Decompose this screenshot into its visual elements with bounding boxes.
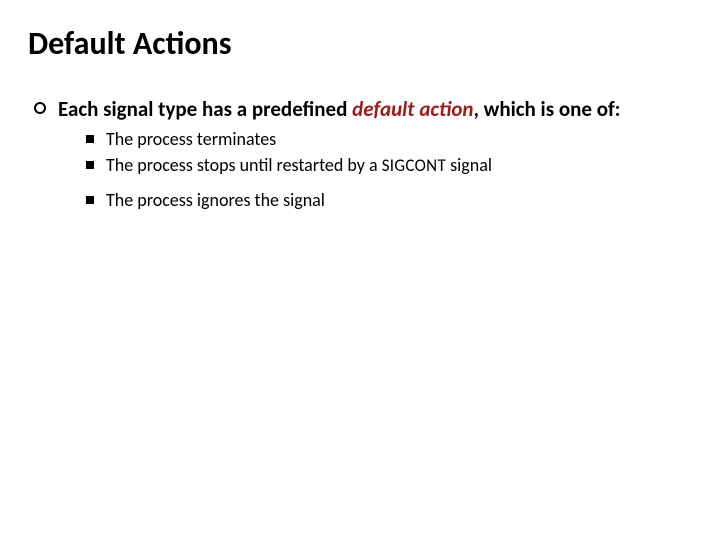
square-bullet-icon [86,161,94,169]
signal-name: SIGCONT [382,155,446,176]
item-b-pre: The process stops until restarted by a [106,154,382,176]
hollow-circle-icon [34,102,46,114]
square-bullet-icon [86,135,94,143]
list-item: The process ignores the signal [86,189,680,212]
bullet-level1: Each signal type has a predefined defaul… [34,96,680,122]
item-text: The process stops until restarted by a S… [106,154,492,177]
slide-body: Each signal type has a predefined defaul… [34,96,680,214]
lead-pre: Each signal type has a predefined [58,96,352,122]
list-item: The process terminates [86,128,680,151]
sub-bullet-list: The process terminates The process stops… [86,128,680,212]
lead-text: Each signal type has a predefined defaul… [58,96,620,122]
item-text: The process terminates [106,128,276,151]
item-text: The process ignores the signal [106,189,325,212]
lead-post: , which is one of: [474,96,621,122]
item-b-post: signal [446,154,492,176]
square-bullet-icon [86,196,94,204]
lead-emphasis: default action [352,96,473,122]
slide: Default Actions Each signal type has a p… [0,0,720,540]
list-item: The process stops until restarted by a S… [86,154,680,177]
slide-title: Default Actions [28,24,231,63]
